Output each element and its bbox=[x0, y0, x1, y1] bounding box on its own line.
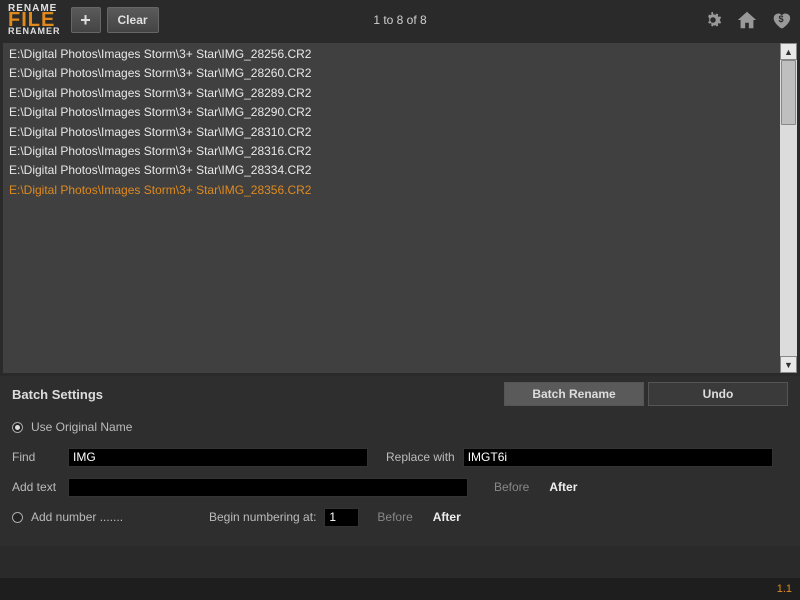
use-original-row: Use Original Name bbox=[12, 416, 788, 438]
scroll-down-button[interactable]: ▼ bbox=[780, 356, 797, 373]
file-row[interactable]: E:\Digital Photos\Images Storm\3+ Star\I… bbox=[3, 181, 780, 200]
version-label: 1.1 bbox=[777, 583, 792, 595]
logo-line3: RENAMER bbox=[8, 28, 61, 35]
add-number-label: Add number ....... bbox=[31, 510, 201, 524]
addnum-after-toggle[interactable]: After bbox=[433, 510, 461, 524]
find-replace-row: Find Replace with bbox=[12, 446, 788, 468]
scrollbar[interactable]: ▲ ▼ bbox=[780, 43, 797, 373]
clear-button[interactable]: Clear bbox=[107, 7, 159, 33]
find-label: Find bbox=[12, 450, 60, 464]
svg-text:$: $ bbox=[778, 14, 783, 24]
add-number-radio[interactable] bbox=[12, 512, 23, 523]
use-original-label: Use Original Name bbox=[31, 420, 132, 434]
add-text-input[interactable] bbox=[68, 478, 468, 497]
add-files-button[interactable]: + bbox=[71, 7, 101, 33]
file-row[interactable]: E:\Digital Photos\Images Storm\3+ Star\I… bbox=[3, 142, 780, 161]
batch-title: Batch Settings bbox=[12, 387, 103, 402]
scroll-up-button[interactable]: ▲ bbox=[780, 43, 797, 60]
scroll-track[interactable] bbox=[780, 60, 797, 356]
file-row[interactable]: E:\Digital Photos\Images Storm\3+ Star\I… bbox=[3, 103, 780, 122]
add-number-row: Add number ....... Begin numbering at: B… bbox=[12, 506, 788, 528]
begin-numbering-label: Begin numbering at: bbox=[209, 510, 316, 524]
file-list-panel: E:\Digital Photos\Images Storm\3+ Star\I… bbox=[3, 43, 797, 373]
replace-label: Replace with bbox=[386, 450, 455, 464]
status-bar: 1.1 bbox=[0, 578, 800, 600]
file-list[interactable]: E:\Digital Photos\Images Storm\3+ Star\I… bbox=[3, 43, 780, 373]
addtext-before-toggle[interactable]: Before bbox=[494, 480, 529, 494]
file-row[interactable]: E:\Digital Photos\Images Storm\3+ Star\I… bbox=[3, 161, 780, 180]
undo-button[interactable]: Undo bbox=[648, 382, 788, 406]
file-row[interactable]: E:\Digital Photos\Images Storm\3+ Star\I… bbox=[3, 45, 780, 64]
addnum-before-toggle[interactable]: Before bbox=[377, 510, 412, 524]
header-bar: RENAME FILE RENAMER + Clear 1 to 8 of 8 … bbox=[0, 0, 800, 40]
begin-numbering-input[interactable] bbox=[324, 508, 359, 527]
file-row[interactable]: E:\Digital Photos\Images Storm\3+ Star\I… bbox=[3, 64, 780, 83]
scroll-thumb[interactable] bbox=[781, 60, 796, 125]
header-icons: $ bbox=[702, 9, 792, 31]
find-input[interactable] bbox=[68, 448, 368, 467]
addtext-after-toggle[interactable]: After bbox=[549, 480, 577, 494]
batch-settings-panel: Batch Settings Batch Rename Undo Use Ori… bbox=[0, 376, 800, 546]
add-text-row: Add text Before After bbox=[12, 476, 788, 498]
batch-header: Batch Settings Batch Rename Undo bbox=[12, 382, 788, 406]
gear-icon[interactable] bbox=[702, 9, 724, 31]
file-row[interactable]: E:\Digital Photos\Images Storm\3+ Star\I… bbox=[3, 84, 780, 103]
add-text-label: Add text bbox=[12, 480, 60, 494]
file-counter: 1 to 8 of 8 bbox=[373, 13, 426, 27]
app-logo: RENAME FILE RENAMER bbox=[8, 5, 61, 35]
donate-icon[interactable]: $ bbox=[770, 9, 792, 31]
use-original-radio[interactable] bbox=[12, 422, 23, 433]
file-row[interactable]: E:\Digital Photos\Images Storm\3+ Star\I… bbox=[3, 123, 780, 142]
replace-input[interactable] bbox=[463, 448, 773, 467]
batch-rename-button[interactable]: Batch Rename bbox=[504, 382, 644, 406]
home-icon[interactable] bbox=[736, 9, 758, 31]
